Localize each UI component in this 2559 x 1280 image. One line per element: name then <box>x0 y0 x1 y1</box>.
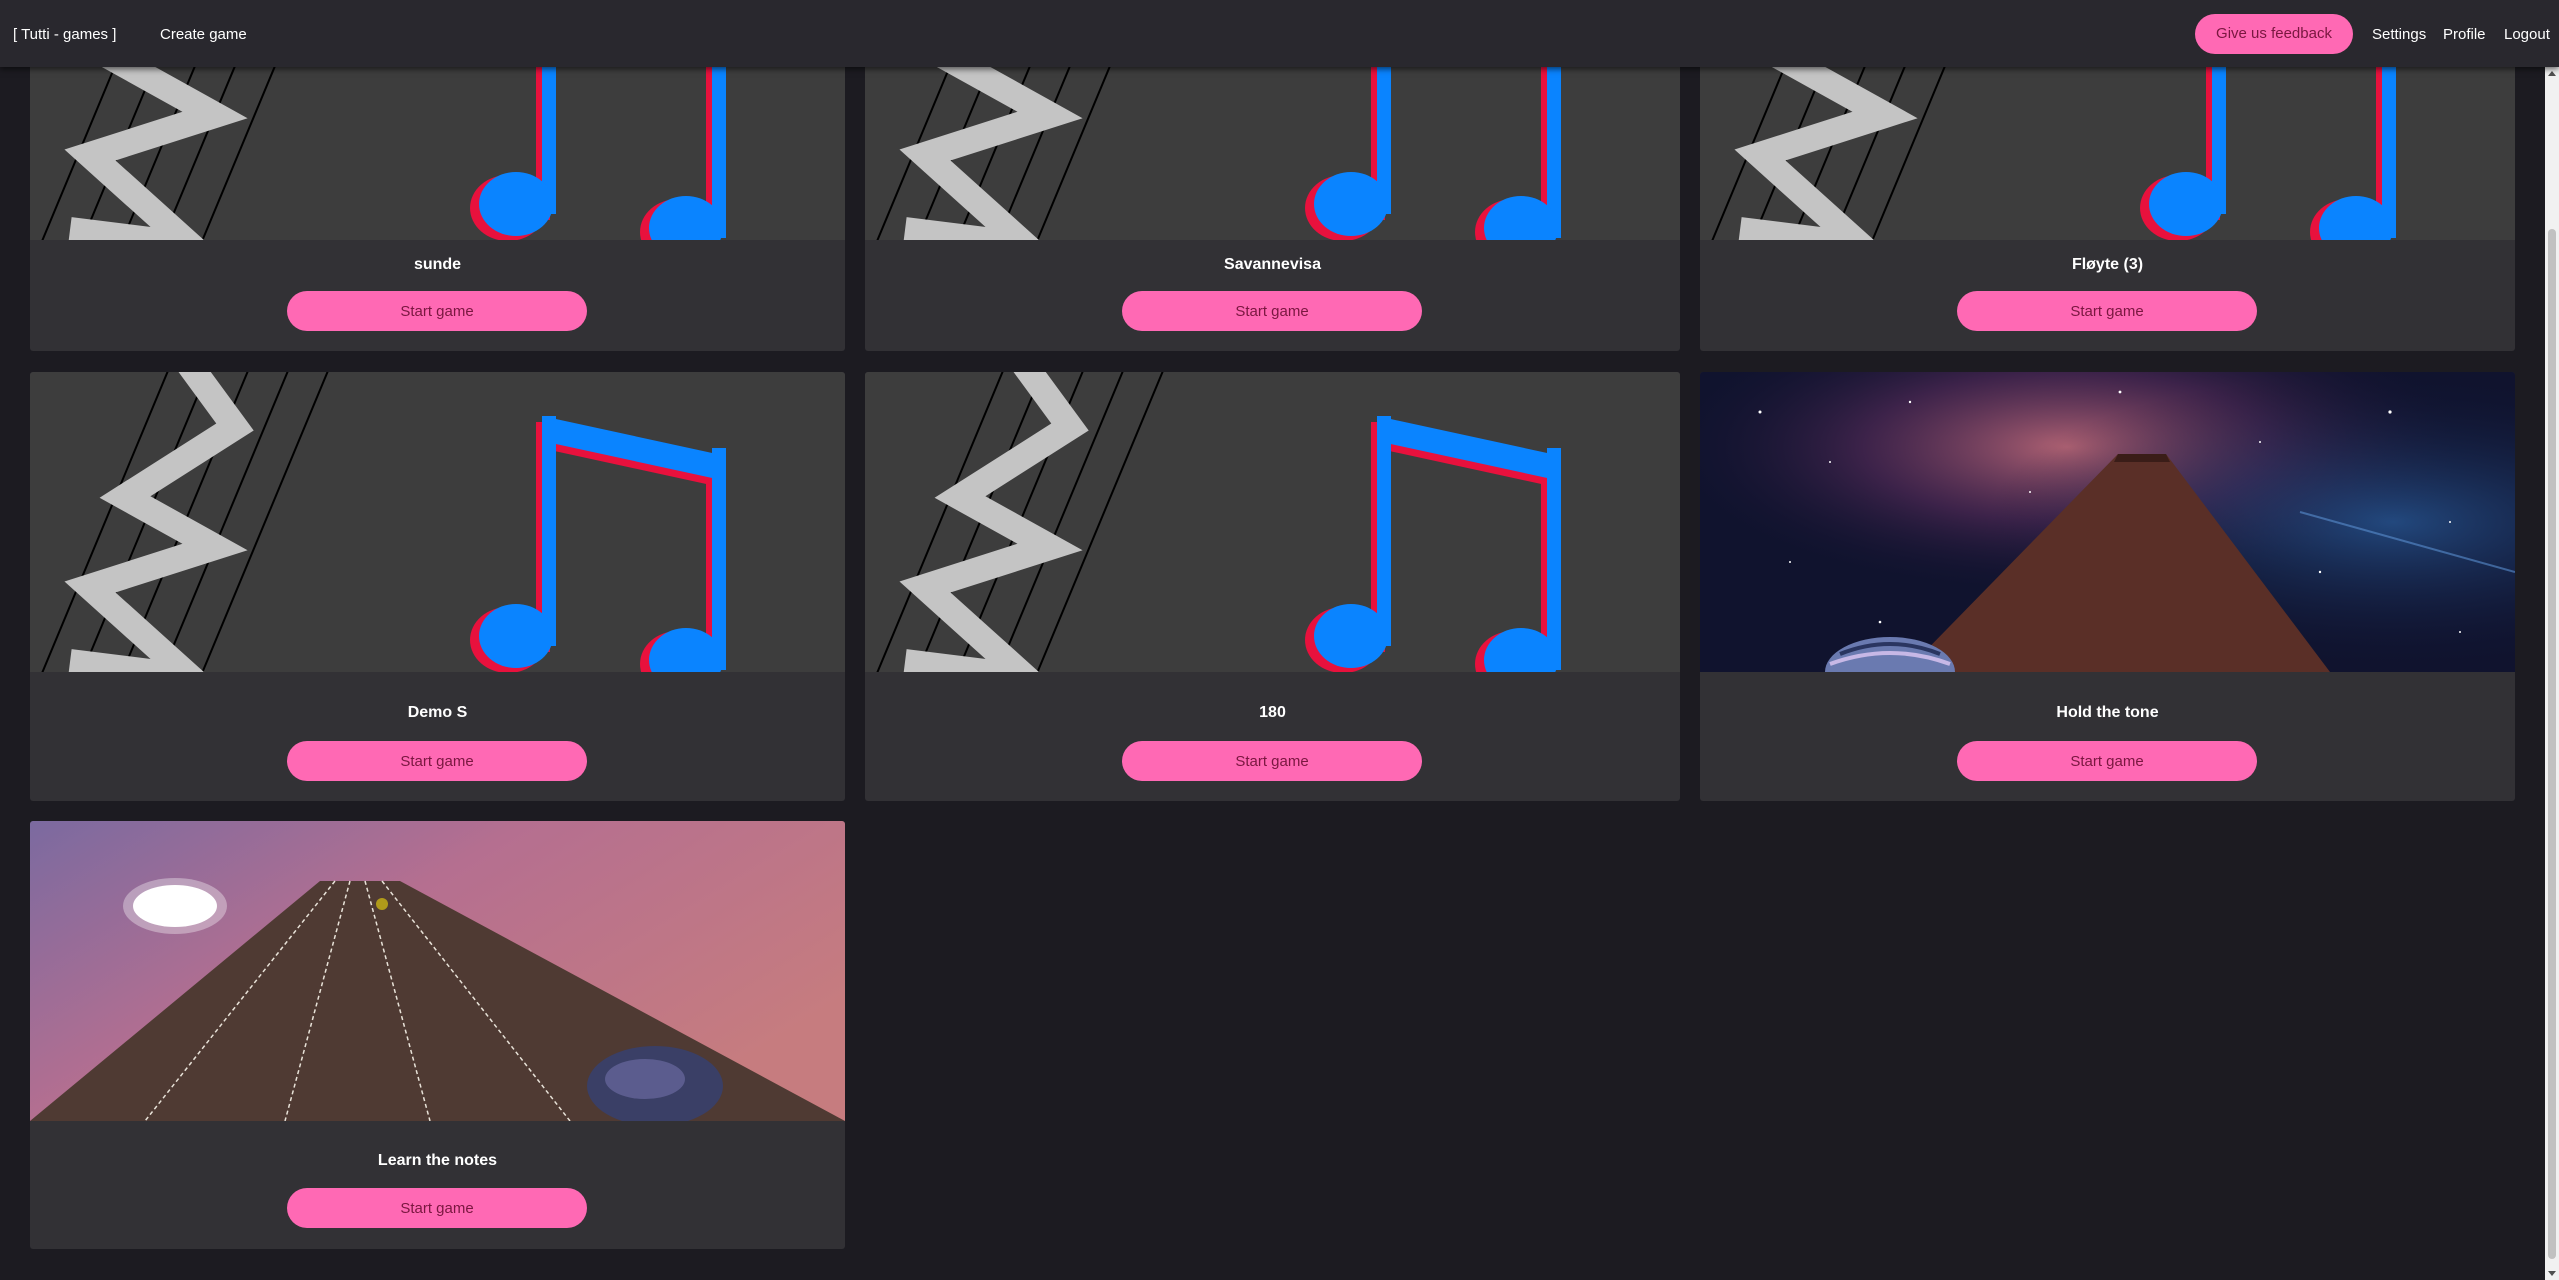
game-thumbnail-space-track-scene[interactable] <box>1700 372 2515 672</box>
brand-link[interactable]: [ Tutti - games ] <box>13 0 116 69</box>
start-game-button[interactable]: Start game <box>1122 291 1422 331</box>
game-thumbnail-music-notes-icon[interactable] <box>30 372 845 672</box>
game-title: Savannevisa <box>1224 256 1321 273</box>
start-game-button[interactable]: Start game <box>1122 741 1422 781</box>
start-game-button[interactable]: Start game <box>1957 741 2257 781</box>
game-card: Hold the tone Start game <box>1700 372 2515 801</box>
top-navigation-bar: [ Tutti - games ] Create game Give us fe… <box>0 0 2559 67</box>
game-title: 180 <box>1259 704 1286 721</box>
game-title: Fløyte (3) <box>2071 256 2144 273</box>
profile-link[interactable]: Profile <box>2443 0 2486 69</box>
page-scrollbar[interactable] <box>2545 67 2559 1280</box>
start-game-button[interactable]: Start game <box>287 1188 587 1228</box>
game-card: 180 Start game <box>865 372 1680 801</box>
scroll-up-arrow-icon[interactable] <box>2548 71 2556 76</box>
start-game-button[interactable]: Start game <box>1957 291 2257 331</box>
game-thumbnail-music-notes-icon[interactable] <box>865 372 1680 672</box>
game-card: Demo S Start game <box>30 372 845 801</box>
game-title: sunde <box>413 256 462 273</box>
scrollbar-thumb[interactable] <box>2548 229 2556 1259</box>
game-title: Learn the notes <box>377 1152 498 1169</box>
settings-link[interactable]: Settings <box>2372 0 2426 69</box>
game-title: Hold the tone <box>2056 704 2159 721</box>
game-thumbnail-sunset-track-scene[interactable] <box>30 821 845 1121</box>
create-game-link[interactable]: Create game <box>160 0 247 69</box>
feedback-button[interactable]: Give us feedback <box>2195 14 2353 54</box>
start-game-button[interactable]: Start game <box>287 291 587 331</box>
start-game-button[interactable]: Start game <box>287 741 587 781</box>
game-title: Demo S <box>407 704 468 721</box>
logout-link[interactable]: Logout <box>2504 0 2550 69</box>
game-card: Learn the notes Start game <box>30 821 845 1249</box>
scroll-down-arrow-icon[interactable] <box>2548 1271 2556 1276</box>
